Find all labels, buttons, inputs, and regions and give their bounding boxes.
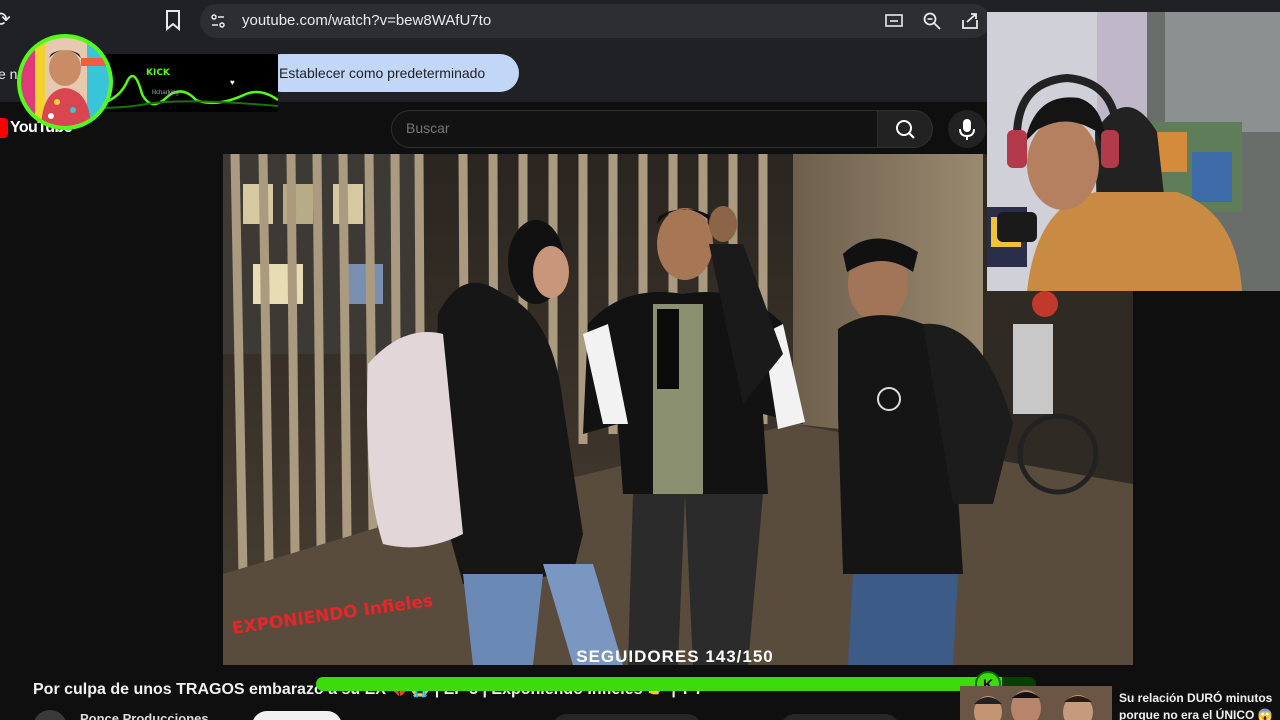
like-dislike-button[interactable] [552, 714, 702, 720]
kick-username: lilcharking [152, 90, 179, 96]
follower-goal-fill [316, 677, 1003, 691]
channel-name[interactable]: Ponce Producciones [80, 711, 209, 720]
kick-overlay-panel: KICK lilcharking ♥ [96, 54, 278, 112]
related-thumbnail-image [960, 686, 1112, 720]
follower-goal-bar [316, 677, 1036, 691]
youtube-play-icon [0, 118, 8, 138]
site-settings-icon[interactable] [210, 13, 226, 29]
share-button[interactable] [780, 714, 900, 720]
channel-avatar[interactable] [33, 710, 67, 720]
audio-wave-graphic [96, 74, 278, 109]
webcam-frame [987, 12, 1280, 291]
heart-icon: ♥ [230, 78, 235, 87]
search-input[interactable] [406, 120, 846, 136]
url-text[interactable]: youtube.com/watch?v=bew8WAfU7to [242, 12, 491, 29]
streamer-avatar [17, 34, 113, 130]
bookmark-icon[interactable] [164, 9, 182, 31]
reload-icon[interactable]: ⟳ [0, 9, 16, 31]
webcam-overlay [987, 12, 1280, 291]
address-bar[interactable]: youtube.com/watch?v=bew8WAfU7to [200, 4, 990, 38]
voice-search-button[interactable] [948, 110, 986, 148]
microphone-icon [959, 119, 975, 140]
related-video-item[interactable]: Su relación DURÓ minutos porque no era e… [960, 686, 1280, 720]
related-thumbnail[interactable] [960, 686, 1112, 720]
set-default-button[interactable]: Establecer como predeterminado [262, 54, 519, 92]
related-title[interactable]: Su relación DURÓ minutos porque no era e… [1119, 690, 1279, 720]
follower-counter: SEGUIDORES 143/150 [576, 647, 774, 666]
search-button[interactable] [877, 110, 933, 148]
kick-logo: KICK [146, 68, 170, 78]
screen: ⟳ youtube.com/watch?v=bew8WAfU7to e n Es… [0, 0, 1280, 720]
share-icon[interactable] [960, 11, 980, 31]
cast-icon[interactable] [884, 11, 904, 31]
subscribe-button[interactable] [252, 711, 342, 720]
avatar-image [21, 38, 109, 126]
zoom-icon[interactable] [922, 11, 942, 31]
infobar-message: e n [0, 66, 18, 82]
search-icon [896, 120, 915, 139]
search-box[interactable] [391, 110, 878, 148]
